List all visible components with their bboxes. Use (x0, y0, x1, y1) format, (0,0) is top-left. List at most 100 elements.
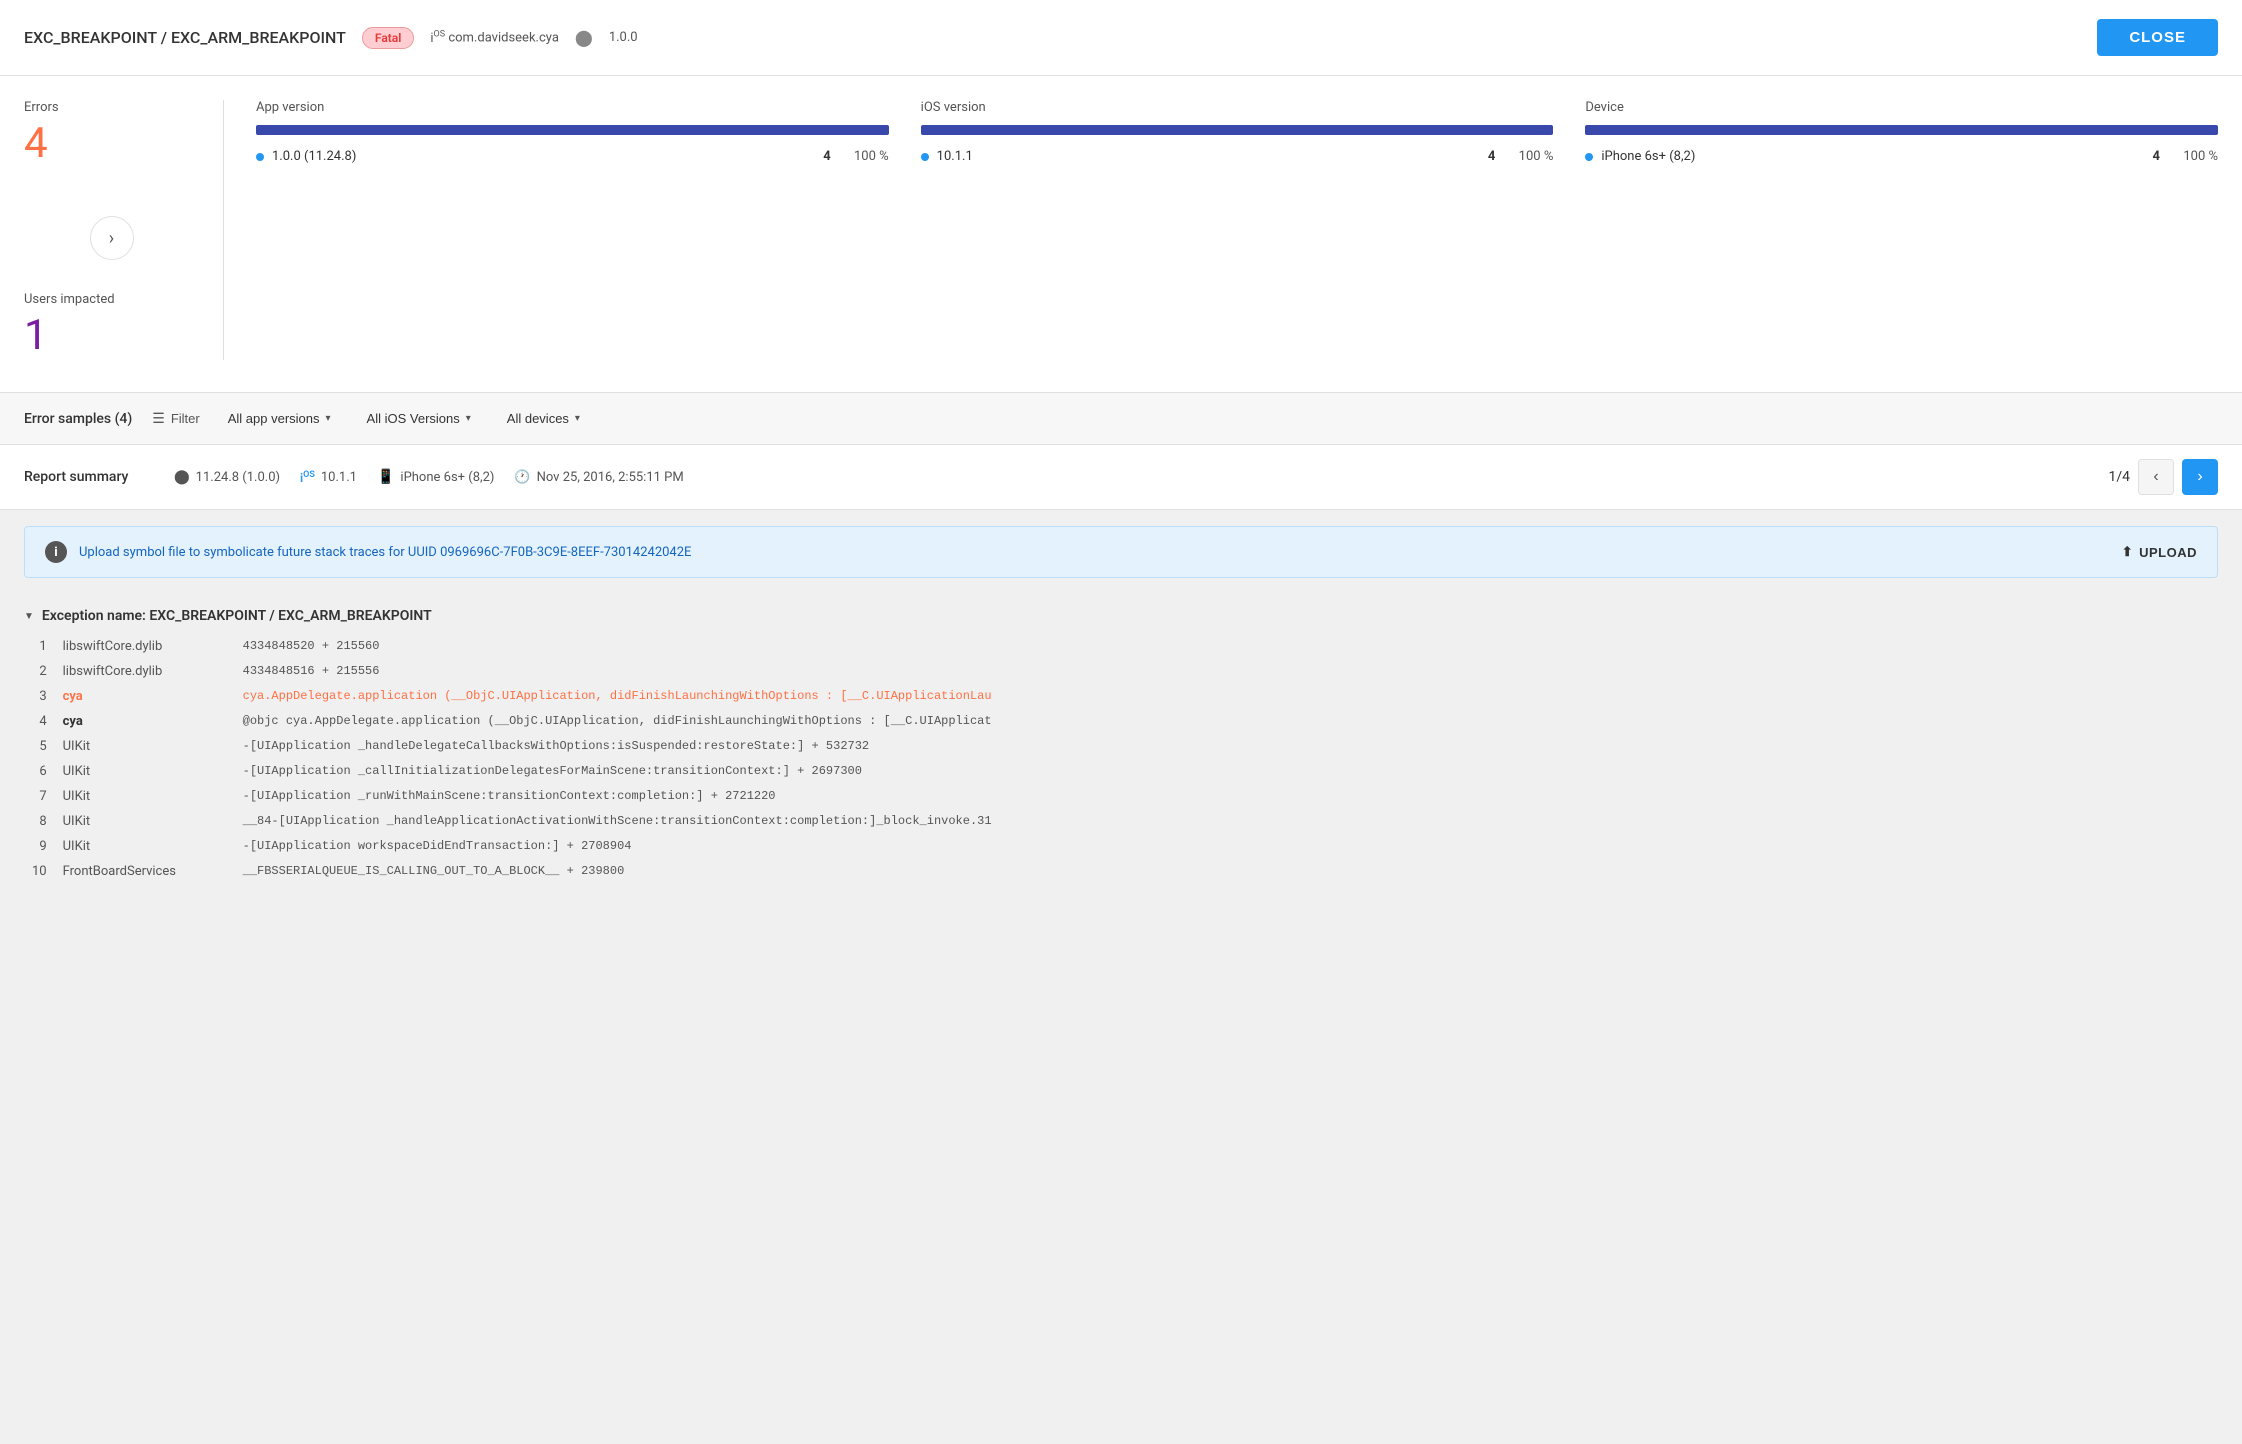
ios-version-value: 10.1.1 (937, 149, 973, 164)
table-row: 2libswiftCore.dylib4334848516 + 215556 (24, 659, 2218, 684)
app-version-count: 4 (823, 149, 830, 164)
row-num: 7 (24, 784, 55, 809)
users-value: 1 (24, 311, 199, 360)
errors-label: Errors (24, 100, 199, 115)
filter-button[interactable]: ☰ Filter (152, 410, 199, 427)
ios-version-bar (921, 125, 1554, 135)
table-row: 6UIKit-[UIApplication _callInitializatio… (24, 759, 2218, 784)
row-detail: 4334848520 + 215560 (235, 634, 2218, 659)
app-version-value: 1.0.0 (11.24.8) (272, 149, 356, 164)
table-row: 4cya@objc cya.AppDelegate.application (_… (24, 709, 2218, 734)
ios-version-row: 10.1.1 4 100 % (921, 149, 1554, 164)
users-stat: Users impacted 1 (24, 292, 199, 360)
table-row: 3cyacya.AppDelegate.application (__ObjC.… (24, 684, 2218, 709)
app-versions-label: All app versions (228, 411, 320, 426)
users-label: Users impacted (24, 292, 199, 307)
errors-value: 4 (24, 119, 199, 168)
timestamp-value: Nov 25, 2016, 2:55:11 PM (537, 470, 684, 485)
device-meta-value: iPhone 6s+ (8,2) (400, 470, 494, 485)
fatal-badge: Fatal (362, 27, 414, 49)
row-lib: UIKit (55, 784, 235, 809)
ios-version-meta: 10.1.1 (321, 470, 357, 485)
ios-version-pct: 100 % (1503, 149, 1553, 164)
build-icon: ⬤ (174, 469, 190, 485)
row-num: 3 (24, 684, 55, 709)
device-row: iPhone 6s+ (8,2) 4 100 % (1585, 149, 2218, 164)
app-version-title: App version (256, 100, 889, 115)
table-row: 10FrontBoardServices__FBSSERIALQUEUE_IS_… (24, 859, 2218, 884)
table-row: 8UIKit__84-[UIApplication _handleApplica… (24, 809, 2218, 834)
ios-version-chart: iOS version 10.1.1 4 100 % (921, 100, 1586, 360)
table-row: 1libswiftCore.dylib4334848520 + 215560 (24, 634, 2218, 659)
device-bar (1585, 125, 2218, 135)
row-lib: libswiftCore.dylib (55, 659, 235, 684)
row-lib: cya (55, 709, 235, 734)
timestamp-meta: 🕐 Nov 25, 2016, 2:55:11 PM (514, 470, 683, 485)
report-summary-bar: Report summary ⬤ 11.24.8 (1.0.0) iOS 10.… (0, 445, 2242, 510)
ios-version-dot (921, 153, 929, 161)
exception-title: Exception name: EXC_BREAKPOINT / EXC_ARM… (42, 608, 432, 624)
app-versions-chevron: ▾ (326, 413, 331, 424)
app-versions-dropdown[interactable]: All app versions ▾ (220, 407, 339, 430)
nav-circle-button[interactable]: › (90, 216, 134, 260)
row-num: 5 (24, 734, 55, 759)
row-detail: __84-[UIApplication _handleApplicationAc… (235, 809, 2218, 834)
row-num: 9 (24, 834, 55, 859)
build-value: 11.24.8 (1.0.0) (196, 470, 280, 485)
filter-label: Filter (171, 411, 200, 426)
row-detail: -[UIApplication _callInitializationDeleg… (235, 759, 2218, 784)
row-detail: -[UIApplication _runWithMainScene:transi… (235, 784, 2218, 809)
close-button[interactable]: CLOSE (2097, 19, 2218, 56)
prev-page-button[interactable]: ‹ (2138, 459, 2174, 495)
row-lib: libswiftCore.dylib (55, 634, 235, 659)
header-bar: EXC_BREAKPOINT / EXC_ARM_BREAKPOINT Fata… (0, 0, 2242, 76)
stats-section: Errors 4 › Users impacted 1 App version … (0, 76, 2242, 393)
row-lib: UIKit (55, 834, 235, 859)
app-version-bar-container (256, 125, 889, 135)
errors-stat: Errors 4 (24, 100, 199, 168)
row-detail: cya.AppDelegate.application (__ObjC.UIAp… (235, 684, 2218, 709)
upload-icon: ⬆ (2122, 544, 2133, 560)
row-detail: @objc cya.AppDelegate.application (__Obj… (235, 709, 2218, 734)
filter-icon: ☰ (152, 410, 165, 427)
header-meta: iOS com.davidseek.cya ⬤ 1.0.0 (430, 28, 637, 47)
build-meta: ⬤ 11.24.8 (1.0.0) (174, 469, 280, 485)
exception-header: ▼ Exception name: EXC_BREAKPOINT / EXC_A… (24, 594, 2218, 634)
row-lib: UIKit (55, 759, 235, 784)
devices-label: All devices (507, 411, 569, 426)
row-num: 1 (24, 634, 55, 659)
phone-icon: 📱 (377, 469, 394, 485)
device-pct: 100 % (2168, 149, 2218, 164)
header-left: EXC_BREAKPOINT / EXC_ARM_BREAKPOINT Fata… (24, 27, 638, 49)
collapse-icon[interactable]: ▼ (24, 611, 34, 622)
ios-versions-dropdown[interactable]: All iOS Versions ▾ (359, 407, 479, 430)
next-page-button[interactable]: › (2182, 459, 2218, 495)
platform-label: iOS com.davidseek.cya (430, 29, 559, 45)
row-lib: UIKit (55, 809, 235, 834)
devices-chevron: ▾ (575, 413, 580, 424)
upload-button[interactable]: ⬆ UPLOAD (2122, 544, 2197, 560)
app-version-dot (256, 153, 264, 161)
row-lib: UIKit (55, 734, 235, 759)
ios-version-title: iOS version (921, 100, 1554, 115)
device-count: 4 (2153, 149, 2160, 164)
ios-versions-label: All iOS Versions (367, 411, 460, 426)
ios-meta: iOS 10.1.1 (300, 470, 357, 485)
devices-dropdown[interactable]: All devices ▾ (499, 407, 588, 430)
device-value: iPhone 6s+ (8,2) (1601, 149, 1695, 164)
app-version-bar (256, 125, 889, 135)
row-detail: -[UIApplication workspaceDidEndTransacti… (235, 834, 2218, 859)
stack-section: ▼ Exception name: EXC_BREAKPOINT / EXC_A… (0, 594, 2242, 908)
info-icon: i (45, 541, 67, 563)
stats-charts: App version 1.0.0 (11.24.8) 4 100 % iOS … (224, 100, 2218, 360)
info-banner: i Upload symbol file to symbolicate futu… (24, 526, 2218, 578)
row-num: 10 (24, 859, 55, 884)
version-label: 1.0.0 (609, 30, 638, 45)
pagination: 1/4 ‹ › (2108, 459, 2218, 495)
device-dot (1585, 153, 1593, 161)
ios-versions-chevron: ▾ (466, 413, 471, 424)
stack-table: 1libswiftCore.dylib4334848520 + 2155602l… (24, 634, 2218, 884)
ios-tag: iOS (300, 470, 315, 485)
row-detail: 4334848516 + 215556 (235, 659, 2218, 684)
app-version-chart: App version 1.0.0 (11.24.8) 4 100 % (256, 100, 921, 360)
